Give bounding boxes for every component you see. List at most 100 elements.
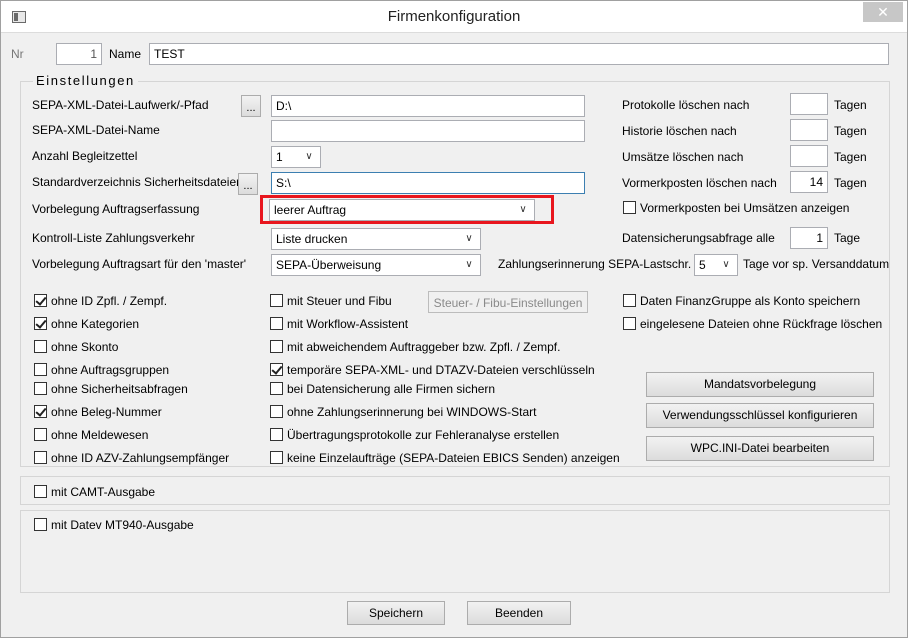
cb-workflow-assistent[interactable]: mit Workflow-Assistent	[270, 316, 408, 332]
checkbox-label: mit Datev MT940-Ausgabe	[51, 518, 194, 532]
backup-label: Datensicherungsabfrage alle	[622, 231, 775, 245]
checkbox-box	[623, 317, 636, 330]
backup-input[interactable]: 1	[790, 227, 828, 249]
cb-steuer-fibu[interactable]: mit Steuer und Fibu	[270, 293, 392, 309]
checkbox-label: ohne Kategorien	[51, 317, 140, 331]
protokolle-label: Protokolle löschen nach	[622, 98, 750, 112]
close-button[interactable]: ✕	[863, 2, 903, 22]
historie-unit: Tagen	[834, 124, 867, 138]
checkbox-label: ohne Zahlungserinnerung bei WINDOWS-Star…	[287, 405, 537, 419]
checkbox-label: ohne Auftragsgruppen	[51, 363, 170, 377]
cb-finanzgruppe-konto[interactable]: Daten FinanzGruppe als Konto speichern	[623, 293, 860, 309]
master-label: Vorbelegung Auftragsart für den 'master'	[32, 257, 247, 271]
checkbox-label: eingelesene Dateien ohne Rückfrage lösch…	[640, 317, 883, 331]
cb-keine-einzelauftraege[interactable]: keine Einzelaufträge (SEPA-Dateien EBICS…	[270, 450, 620, 466]
safety-dir-input[interactable]: S:\	[271, 172, 585, 194]
checkbox-box	[34, 382, 47, 395]
verwendungsschluessel-button[interactable]: Verwendungsschlüssel konfigurieren	[646, 403, 874, 428]
cb-ohne-auftragsgruppen[interactable]: ohne Auftragsgruppen	[34, 362, 169, 378]
cb-ohne-zahlungserinnerung[interactable]: ohne Zahlungserinnerung bei WINDOWS-Star…	[270, 404, 536, 420]
checkbox-label: bei Datensicherung alle Firmen sichern	[287, 382, 496, 396]
checkbox-box	[34, 294, 47, 307]
cb-ohne-meldewesen[interactable]: ohne Meldewesen	[34, 427, 148, 443]
checkbox-box	[270, 382, 283, 395]
vormerk-input[interactable]: 14	[790, 171, 828, 193]
backup-unit: Tage	[834, 231, 861, 245]
begleitzettel-select[interactable]: 1 ∨	[271, 146, 321, 168]
reminder-suffix: Tage vor sp. Versanddatum	[743, 257, 890, 271]
cb-ohne-id-zpfl[interactable]: ohne ID Zpfl. / Zempf.	[34, 293, 167, 309]
xml-path-label: SEPA-XML-Datei-Laufwerk/-Pfad	[32, 98, 209, 112]
cb-alle-firmen-sichern[interactable]: bei Datensicherung alle Firmen sichern	[270, 381, 495, 397]
cb-datev-mt940[interactable]: mit Datev MT940-Ausgabe	[34, 517, 194, 533]
cb-ohne-beleg-nummer[interactable]: ohne Beleg-Nummer	[34, 404, 162, 420]
cb-camt-ausgabe[interactable]: mit CAMT-Ausgabe	[34, 484, 155, 500]
vormerk-unit: Tagen	[834, 176, 867, 190]
xml-name-input[interactable]	[271, 120, 585, 142]
cb-temp-verschluesseln[interactable]: temporäre SEPA-XML- und DTAZV-Dateien ve…	[270, 362, 595, 378]
nr-field[interactable]: 1	[56, 43, 102, 65]
chevron-down-icon: ∨	[722, 259, 730, 270]
firmenkonfiguration-window: Firmenkonfiguration ✕ Nr 1 Name TEST Ein…	[0, 0, 908, 638]
xml-path-input[interactable]: D:\	[271, 95, 585, 117]
umsaetze-input[interactable]	[790, 145, 828, 167]
cb-ohne-id-azv[interactable]: ohne ID AZV-Zahlungsempfänger	[34, 450, 229, 466]
chevron-down-icon: ∨	[305, 151, 313, 162]
name-field[interactable]: TEST	[149, 43, 889, 65]
mandatsvorbelegung-button[interactable]: Mandatsvorbelegung	[646, 372, 874, 397]
checkbox-box	[270, 451, 283, 464]
cb-abweichender-auftraggeber[interactable]: mit abweichendem Auftraggeber bzw. Zpfl.…	[270, 339, 560, 355]
cb-ohne-sicherheitsabfragen[interactable]: ohne Sicherheitsabfragen	[34, 381, 188, 397]
cb-ohne-kategorien[interactable]: ohne Kategorien	[34, 316, 139, 332]
save-button[interactable]: Speichern	[347, 601, 445, 625]
checkbox-label: mit abweichendem Auftraggeber bzw. Zpfl.…	[287, 340, 561, 354]
checkbox-box	[270, 363, 283, 376]
reminder-label: Zahlungserinnerung SEPA-Lastschr.	[498, 257, 692, 271]
checkbox-label: Übertragungsprotokolle zur Fehleranalyse…	[287, 428, 560, 442]
master-value: SEPA-Überweisung	[276, 258, 382, 272]
checkbox-box	[34, 405, 47, 418]
reminder-select[interactable]: 5 ∨	[694, 254, 738, 276]
reminder-value: 5	[699, 258, 706, 272]
checkbox-box	[34, 518, 47, 531]
checkbox-label: mit CAMT-Ausgabe	[51, 485, 156, 499]
xml-path-browse-button[interactable]: ...	[241, 95, 261, 117]
safety-dir-browse-button[interactable]: ...	[238, 173, 258, 195]
vormerk-show-checkbox[interactable]: Vormerkposten bei Umsätzen anzeigen	[623, 200, 849, 216]
checkbox-box	[270, 340, 283, 353]
wpc-ini-edit-button[interactable]: WPC.INI-Datei bearbeiten	[646, 436, 874, 461]
checkbox-box	[34, 340, 47, 353]
highlight-box	[260, 195, 554, 224]
checkbox-box	[623, 201, 636, 214]
window-title: Firmenkonfiguration	[387, 8, 521, 25]
checkbox-box	[623, 294, 636, 307]
checkbox-label: temporäre SEPA-XML- und DTAZV-Dateien ve…	[287, 363, 595, 377]
steuer-fibu-settings-button[interactable]: Steuer- / Fibu-Einstellungen	[428, 291, 588, 313]
title-bar: Firmenkonfiguration ✕	[1, 1, 907, 33]
protokolle-unit: Tagen	[834, 98, 867, 112]
safety-dir-label: Standardverzeichnis Sicherheitsdateien	[32, 175, 243, 189]
protokolle-input[interactable]	[790, 93, 828, 115]
cb-ohne-skonto[interactable]: ohne Skonto	[34, 339, 118, 355]
master-select[interactable]: SEPA-Überweisung ∨	[271, 254, 481, 276]
checkbox-label: ohne ID AZV-Zahlungsempfänger	[51, 451, 230, 465]
checkbox-label: ohne Skonto	[51, 340, 119, 354]
kontroll-value: Liste drucken	[276, 232, 348, 246]
cb-dateien-loeschen[interactable]: eingelesene Dateien ohne Rückfrage lösch…	[623, 316, 882, 332]
chevron-down-icon: ∨	[465, 233, 473, 244]
checkbox-label: keine Einzelaufträge (SEPA-Dateien EBICS…	[287, 451, 620, 465]
checkbox-box	[34, 485, 47, 498]
begleitzettel-value: 1	[276, 150, 283, 164]
checkbox-label: ohne Sicherheitsabfragen	[51, 382, 188, 396]
vormerk-show-label: Vormerkposten bei Umsätzen anzeigen	[640, 201, 850, 215]
checkbox-box	[34, 451, 47, 464]
checkbox-box	[270, 405, 283, 418]
xml-name-label: SEPA-XML-Datei-Name	[32, 123, 160, 137]
kontroll-select[interactable]: Liste drucken ∨	[271, 228, 481, 250]
cb-uebertragungsprotokolle[interactable]: Übertragungsprotokolle zur Fehleranalyse…	[270, 427, 559, 443]
checkbox-box	[34, 363, 47, 376]
umsaetze-unit: Tagen	[834, 150, 867, 164]
umsaetze-label: Umsätze löschen nach	[622, 150, 744, 164]
quit-button[interactable]: Beenden	[467, 601, 571, 625]
historie-input[interactable]	[790, 119, 828, 141]
